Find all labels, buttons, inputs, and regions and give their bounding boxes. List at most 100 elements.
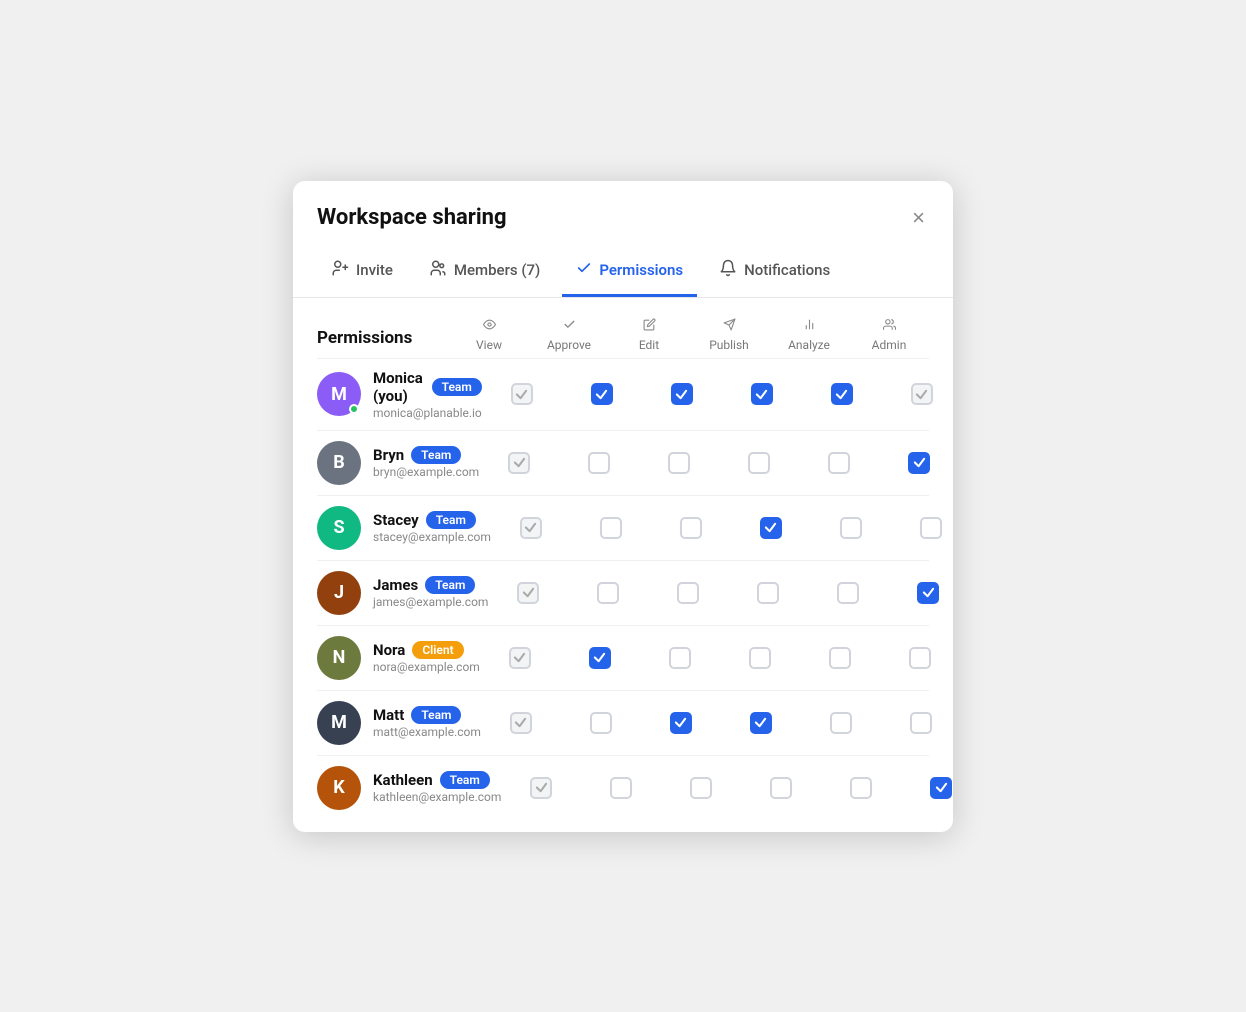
analyze-icon xyxy=(803,318,816,334)
checkbox-james-edit[interactable] xyxy=(677,582,699,604)
cb-cell-james-publish xyxy=(728,582,808,604)
user-text-nora: NoraClientnora@example.com xyxy=(373,641,480,674)
checkbox-bryn-approve[interactable] xyxy=(588,452,610,474)
user-name-matt: MattTeam xyxy=(373,706,481,724)
checkbox-nora-publish[interactable] xyxy=(749,647,771,669)
checkbox-stacey-publish[interactable] xyxy=(760,517,782,539)
checkbox-kathleen-publish[interactable] xyxy=(770,777,792,799)
checkbox-kathleen-admin[interactable] xyxy=(930,777,952,799)
checkbox-nora-edit[interactable] xyxy=(669,647,691,669)
user-name-james: JamesTeam xyxy=(373,576,488,594)
cb-cell-kathleen-admin xyxy=(901,777,953,799)
tab-notifications[interactable]: Notifications xyxy=(705,249,844,298)
cb-cell-kathleen-analyze xyxy=(821,777,901,799)
checkbox-bryn-edit[interactable] xyxy=(668,452,690,474)
user-row-nora: N NoraClientnora@example.com xyxy=(317,625,929,690)
checkbox-bryn-analyze[interactable] xyxy=(828,452,850,474)
user-email-james: james@example.com xyxy=(373,595,488,609)
cb-cell-kathleen-view xyxy=(501,777,581,799)
checkbox-matt-publish[interactable] xyxy=(750,712,772,734)
avatar-wrap-nora: N xyxy=(317,636,361,680)
permissions-section: Permissions View Approve E xyxy=(293,298,953,832)
cb-cell-kathleen-edit xyxy=(661,777,741,799)
avatar-stacey: S xyxy=(317,506,361,550)
cb-cell-matt-view xyxy=(481,712,561,734)
tab-permissions[interactable]: Permissions xyxy=(562,250,697,297)
checkbox-monica-analyze[interactable] xyxy=(831,383,853,405)
user-badge-james: Team xyxy=(425,576,475,594)
cb-cell-stacey-admin xyxy=(891,517,953,539)
cb-cell-nora-admin xyxy=(880,647,953,669)
checkbox-bryn-admin[interactable] xyxy=(908,452,930,474)
checkbox-stacey-approve[interactable] xyxy=(600,517,622,539)
tab-permissions-label: Permissions xyxy=(599,261,683,279)
cb-cell-nora-analyze xyxy=(800,647,880,669)
tabs-bar: Invite Members (7) Permissions Notificat… xyxy=(293,233,953,298)
user-badge-monica: Team xyxy=(432,378,482,396)
checkbox-monica-edit[interactable] xyxy=(671,383,693,405)
cb-cell-matt-analyze xyxy=(801,712,881,734)
tab-members-label: Members (7) xyxy=(454,261,540,279)
user-row-james: JJamesTeamjames@example.com xyxy=(317,560,929,625)
checkbox-james-analyze[interactable] xyxy=(837,582,859,604)
user-info-monica: MMonica (you)Teammonica@planable.io xyxy=(317,369,482,420)
checkbox-matt-admin[interactable] xyxy=(910,712,932,734)
checkbox-stacey-edit[interactable] xyxy=(680,517,702,539)
avatar-wrap-bryn: B xyxy=(317,441,361,485)
checkbox-monica-publish[interactable] xyxy=(751,383,773,405)
cb-cell-kathleen-approve xyxy=(581,777,661,799)
checkbox-stacey-view xyxy=(520,517,542,539)
checkbox-james-view xyxy=(517,582,539,604)
tab-invite[interactable]: Invite xyxy=(317,249,407,298)
cb-cell-stacey-analyze xyxy=(811,517,891,539)
avatar-matt: M xyxy=(317,701,361,745)
checkbox-bryn-view xyxy=(508,452,530,474)
checkbox-james-publish[interactable] xyxy=(757,582,779,604)
checkbox-stacey-admin[interactable] xyxy=(920,517,942,539)
cb-cell-bryn-analyze xyxy=(799,452,879,474)
cb-cell-kathleen-publish xyxy=(741,777,821,799)
checkbox-bryn-publish[interactable] xyxy=(748,452,770,474)
modal-header: Workspace sharing × xyxy=(293,181,953,233)
col-header-approve: Approve xyxy=(529,318,609,358)
cb-cell-monica-approve xyxy=(562,383,642,405)
checkbox-monica-admin xyxy=(911,383,933,405)
tab-members[interactable]: Members (7) xyxy=(415,249,554,298)
cb-cell-monica-admin xyxy=(882,383,953,405)
publish-icon xyxy=(723,318,736,334)
user-email-monica: monica@planable.io xyxy=(373,406,482,420)
user-name-stacey: StaceyTeam xyxy=(373,511,491,529)
checkbox-nora-admin[interactable] xyxy=(909,647,931,669)
cb-cell-matt-edit xyxy=(641,712,721,734)
avatar-bryn: B xyxy=(317,441,361,485)
user-info-stacey: SStaceyTeamstacey@example.com xyxy=(317,506,491,550)
checkbox-monica-approve[interactable] xyxy=(591,383,613,405)
user-info-nora: N NoraClientnora@example.com xyxy=(317,636,480,680)
user-info-kathleen: KKathleenTeamkathleen@example.com xyxy=(317,766,501,810)
user-text-james: JamesTeamjames@example.com xyxy=(373,576,488,609)
close-button[interactable]: × xyxy=(908,203,929,233)
checkbox-matt-approve[interactable] xyxy=(590,712,612,734)
checkbox-matt-edit[interactable] xyxy=(670,712,692,734)
checkbox-kathleen-approve[interactable] xyxy=(610,777,632,799)
checkbox-matt-analyze[interactable] xyxy=(830,712,852,734)
cb-cell-stacey-edit xyxy=(651,517,731,539)
checkbox-kathleen-analyze[interactable] xyxy=(850,777,872,799)
user-name-bryn: BrynTeam xyxy=(373,446,479,464)
checkbox-nora-analyze[interactable] xyxy=(829,647,851,669)
checkbox-james-approve[interactable] xyxy=(597,582,619,604)
cb-cell-stacey-approve xyxy=(571,517,651,539)
checkbox-kathleen-edit[interactable] xyxy=(690,777,712,799)
checkbox-nora-approve[interactable] xyxy=(589,647,611,669)
cb-cell-nora-edit xyxy=(640,647,720,669)
cb-cell-james-analyze xyxy=(808,582,888,604)
checkbox-james-admin[interactable] xyxy=(917,582,939,604)
cb-cell-bryn-publish xyxy=(719,452,799,474)
checkbox-stacey-analyze[interactable] xyxy=(840,517,862,539)
online-dot-monica xyxy=(349,404,359,414)
cb-cell-monica-analyze xyxy=(802,383,882,405)
approve-icon xyxy=(563,318,576,334)
user-name-nora: NoraClient xyxy=(373,641,480,659)
cb-cell-james-approve xyxy=(568,582,648,604)
edit-icon xyxy=(643,318,656,334)
